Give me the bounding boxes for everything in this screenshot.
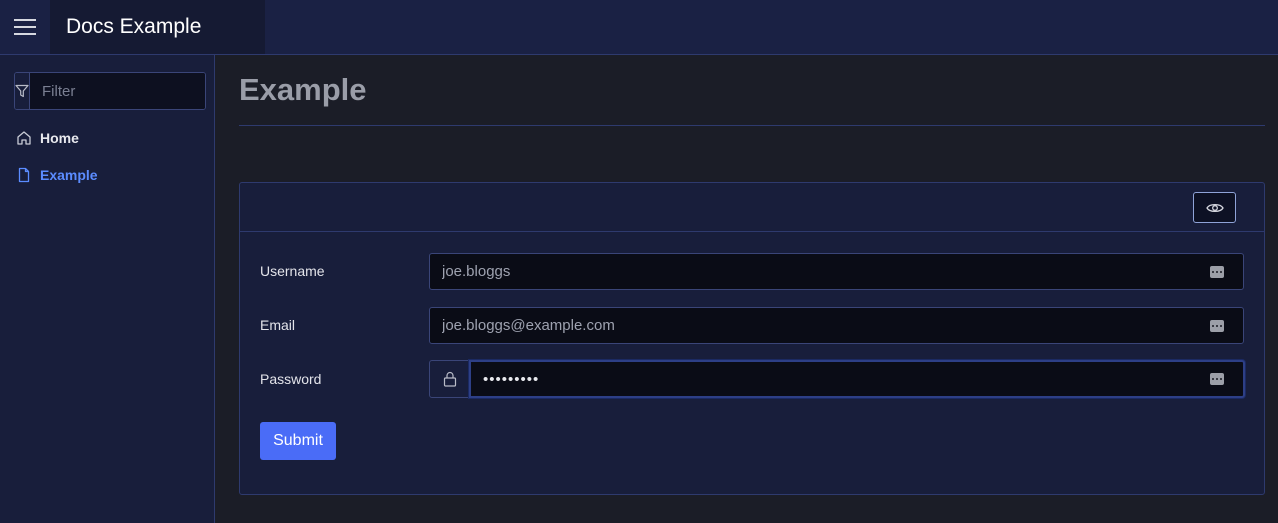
submit-button[interactable]: Submit bbox=[260, 422, 336, 460]
home-icon bbox=[17, 131, 31, 145]
lock-icon-box bbox=[429, 360, 470, 398]
autofill-icon[interactable] bbox=[1210, 319, 1224, 332]
autofill-icon[interactable] bbox=[1210, 265, 1224, 278]
sidebar-item-label: Example bbox=[40, 167, 98, 183]
email-label: Email bbox=[260, 317, 296, 333]
password-field-group bbox=[469, 360, 1245, 398]
autofill-icon[interactable] bbox=[1210, 373, 1224, 385]
document-icon bbox=[18, 167, 30, 183]
username-label: Username bbox=[260, 263, 325, 279]
filter-icon-box bbox=[15, 73, 30, 109]
email-field-group bbox=[429, 307, 1244, 344]
sidebar: Home Example bbox=[0, 55, 215, 523]
filter-input[interactable] bbox=[30, 73, 205, 109]
toggle-visibility-button[interactable] bbox=[1193, 192, 1236, 223]
password-input[interactable] bbox=[471, 362, 1210, 396]
lock-icon bbox=[443, 371, 456, 387]
email-input[interactable] bbox=[430, 308, 1210, 343]
sidebar-item-label: Home bbox=[40, 130, 79, 146]
page-title: Example bbox=[239, 72, 367, 107]
brand-title[interactable]: Docs Example bbox=[50, 0, 265, 54]
sidebar-item-example[interactable]: Example bbox=[16, 164, 98, 186]
username-field-group bbox=[429, 253, 1244, 290]
title-divider bbox=[239, 125, 1265, 126]
card-header bbox=[240, 183, 1264, 232]
username-input[interactable] bbox=[430, 254, 1210, 289]
password-label: Password bbox=[260, 371, 322, 387]
top-bar: Docs Example bbox=[0, 0, 1278, 55]
eye-icon bbox=[1205, 203, 1224, 212]
menu-button[interactable] bbox=[0, 0, 50, 54]
filter-group bbox=[14, 72, 206, 110]
funnel-icon bbox=[15, 84, 29, 98]
hamburger-menu-icon bbox=[14, 19, 36, 35]
sidebar-item-home[interactable]: Home bbox=[16, 127, 79, 149]
form-card: Username Email Password Submit bbox=[239, 182, 1265, 495]
